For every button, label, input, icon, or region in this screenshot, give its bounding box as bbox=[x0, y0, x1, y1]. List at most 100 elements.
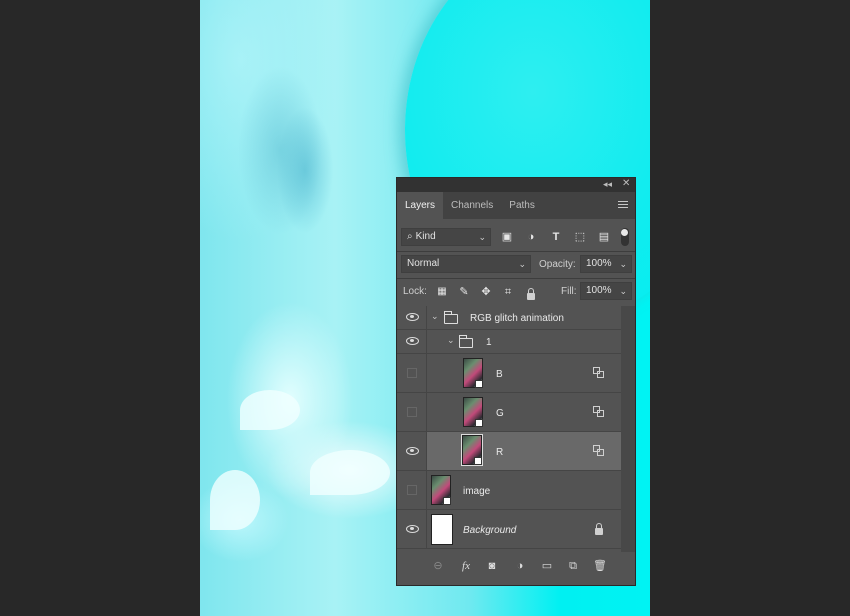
smart-object-badge bbox=[474, 457, 482, 465]
adjustment-layer-icon[interactable]: ◑ bbox=[512, 558, 528, 574]
filter-kind-select[interactable]: ⌕ Kind ⌄ bbox=[401, 228, 491, 246]
new-group-icon[interactable]: ▭ bbox=[539, 558, 555, 574]
fill-value: 100% bbox=[586, 285, 612, 296]
lock-row: Lock: ▦ ✎ ✥ ⌗ Fill: 100% ⌄ bbox=[397, 281, 635, 303]
lock-all-icon[interactable] bbox=[527, 288, 535, 300]
layer-thumbnail bbox=[463, 397, 483, 427]
visibility-toggle[interactable] bbox=[397, 510, 427, 548]
link-icon[interactable] bbox=[593, 367, 605, 379]
smart-object-badge bbox=[443, 497, 451, 505]
link-icon[interactable] bbox=[593, 406, 605, 418]
layer-name: image bbox=[463, 486, 491, 497]
eye-icon bbox=[406, 313, 419, 321]
panel-titlebar: ◂◂ ✕ bbox=[397, 178, 635, 192]
new-layer-icon[interactable]: ⧉ bbox=[565, 558, 581, 574]
panel-tabs: Layers Channels Paths bbox=[397, 192, 635, 219]
eye-icon bbox=[406, 525, 419, 533]
eye-icon bbox=[406, 447, 419, 455]
fill-field[interactable]: 100% ⌄ bbox=[580, 282, 632, 300]
layer-thumbnail bbox=[461, 434, 483, 466]
blend-row: Normal ⌄ Opacity: 100% ⌄ bbox=[397, 254, 635, 276]
divider bbox=[397, 278, 635, 279]
layer-row-rgb-glitch-animation[interactable]: ⌄ RGB glitch animation bbox=[397, 306, 621, 330]
visibility-toggle[interactable] bbox=[397, 471, 427, 509]
layer-row-b[interactable]: B bbox=[397, 354, 621, 393]
layers-list: ⌄ RGB glitch animation ⌄ 1 B G R image B… bbox=[397, 306, 621, 552]
tab-layers[interactable]: Layers bbox=[397, 192, 444, 219]
canvas-flower bbox=[210, 470, 260, 530]
tab-channels[interactable]: Channels bbox=[443, 192, 501, 219]
lock-artboard-icon[interactable]: ⌗ bbox=[501, 285, 515, 299]
visibility-toggle[interactable] bbox=[397, 330, 427, 353]
lock-icon bbox=[595, 523, 603, 535]
folder-icon bbox=[459, 335, 473, 348]
layer-thumbnail bbox=[463, 358, 483, 388]
blend-mode-select[interactable]: Normal ⌄ bbox=[401, 255, 531, 273]
layer-row-g[interactable]: G bbox=[397, 393, 621, 432]
layer-row-1[interactable]: ⌄ 1 bbox=[397, 330, 621, 354]
folder-icon bbox=[444, 311, 458, 324]
layer-name: G bbox=[496, 408, 504, 419]
layer-name: 1 bbox=[486, 337, 492, 348]
layers-bottom-toolbar: ⊖ fx ◙ ◑ ▭ ⧉ 🗑 bbox=[397, 554, 635, 578]
canvas-flower bbox=[310, 450, 390, 495]
opacity-label: Opacity: bbox=[539, 259, 576, 270]
tab-paths[interactable]: Paths bbox=[501, 192, 543, 219]
layer-row-background[interactable]: Background bbox=[397, 510, 621, 549]
chevron-down-icon: ⌄ bbox=[478, 232, 486, 242]
hidden-box bbox=[407, 485, 417, 495]
layers-scrollbar[interactable] bbox=[621, 306, 635, 552]
panel-menu-icon[interactable] bbox=[618, 201, 628, 210]
layers-panel: ◂◂ ✕ Layers Channels Paths ⌕ Kind ⌄ ▣ ◑ T… bbox=[396, 177, 636, 586]
photoshop-workspace: ◂◂ ✕ Layers Channels Paths ⌕ Kind ⌄ ▣ ◑ T… bbox=[0, 0, 850, 616]
search-icon: ⌕ bbox=[407, 231, 413, 242]
hidden-box bbox=[407, 407, 417, 417]
close-icon[interactable]: ✕ bbox=[622, 178, 630, 189]
chevron-down-icon: ⌄ bbox=[619, 259, 627, 269]
layer-name: Background bbox=[463, 525, 517, 536]
fx-icon[interactable]: fx bbox=[458, 558, 474, 574]
opacity-field[interactable]: 100% ⌄ bbox=[580, 255, 632, 273]
layer-row-r[interactable]: R bbox=[397, 432, 621, 471]
trash-icon[interactable]: 🗑 bbox=[592, 558, 608, 574]
chevron-down-icon: ⌄ bbox=[619, 286, 627, 296]
lock-image-pixels-icon[interactable]: ✎ bbox=[457, 285, 471, 299]
chevron-down-icon: ⌄ bbox=[518, 259, 526, 269]
filter-kind-label: Kind bbox=[415, 231, 436, 242]
fill-label: Fill: bbox=[561, 286, 577, 297]
shape-filter-icon[interactable]: ⬚ bbox=[573, 230, 587, 244]
layer-row-image[interactable]: image bbox=[397, 471, 621, 510]
lock-transparent-pixels-icon[interactable]: ▦ bbox=[435, 285, 449, 299]
layer-name: B bbox=[496, 369, 503, 380]
smart-object-filter-icon[interactable]: ▤ bbox=[597, 230, 611, 244]
divider bbox=[397, 251, 635, 252]
link-layers-icon[interactable]: ⊖ bbox=[430, 558, 446, 574]
lock-label: Lock: bbox=[403, 286, 427, 297]
smart-object-badge bbox=[475, 380, 483, 388]
filter-row: ⌕ Kind ⌄ ▣ ◑ T ⬚ ▤ bbox=[397, 226, 635, 250]
hidden-box bbox=[407, 368, 417, 378]
visibility-toggle[interactable] bbox=[397, 432, 427, 470]
chevron-down-icon[interactable]: ⌄ bbox=[431, 311, 439, 322]
link-icon[interactable] bbox=[593, 445, 605, 457]
blend-mode-value: Normal bbox=[407, 258, 440, 269]
image-filter-icon[interactable]: ▣ bbox=[500, 230, 514, 244]
eye-icon bbox=[406, 337, 419, 345]
layer-name: R bbox=[496, 447, 504, 458]
smart-object-badge bbox=[475, 419, 483, 427]
layer-thumbnail bbox=[431, 514, 453, 545]
opacity-value: 100% bbox=[586, 258, 612, 269]
adjustment-filter-icon[interactable]: ◑ bbox=[524, 230, 538, 244]
add-mask-icon[interactable]: ◙ bbox=[484, 558, 500, 574]
lock-position-icon[interactable]: ✥ bbox=[479, 285, 493, 299]
chevron-down-icon[interactable]: ⌄ bbox=[447, 335, 455, 346]
visibility-toggle[interactable] bbox=[397, 354, 427, 392]
collapse-icon[interactable]: ◂◂ bbox=[603, 179, 612, 190]
visibility-toggle[interactable] bbox=[397, 306, 427, 329]
filter-toggle[interactable] bbox=[621, 228, 629, 246]
visibility-toggle[interactable] bbox=[397, 393, 427, 431]
type-filter-icon[interactable]: T bbox=[549, 230, 563, 244]
layer-thumbnail bbox=[431, 475, 451, 505]
canvas-flower bbox=[240, 390, 300, 430]
layer-name: RGB glitch animation bbox=[470, 313, 564, 324]
